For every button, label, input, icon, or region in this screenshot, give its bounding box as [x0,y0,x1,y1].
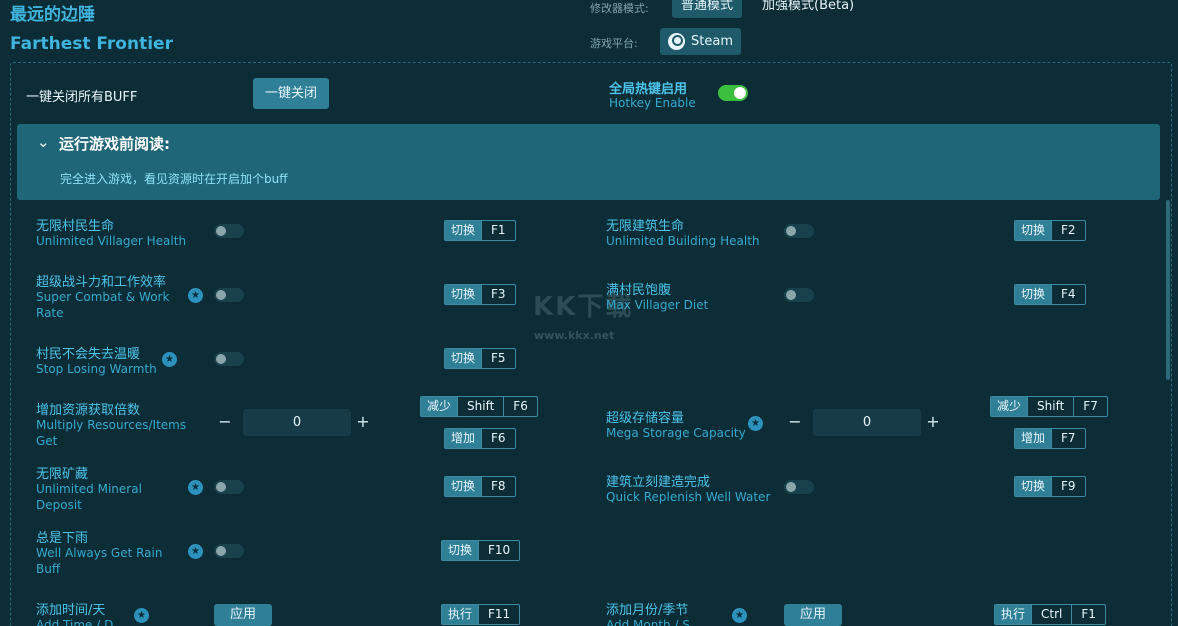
feature-label-cn: 总是下雨 [36,531,89,546]
mode-normal-button[interactable]: 普通模式 [672,0,743,18]
hotkey-label-en: Hotkey Enable [609,96,696,110]
notice-body: 完全进入游戏，看见资源时在开启加个buff [60,172,288,186]
hotkey-f11[interactable]: 执行 F11 [441,604,521,625]
mode-enhanced-button[interactable]: 加强模式(Beta) [753,0,863,18]
star-icon: ★ [732,608,747,623]
app-title-en: Farthest Frontier [10,34,173,54]
feature-label-cn: 满村民饱腹 [606,283,672,298]
feature-label-en-2: Buff [36,562,61,576]
platform-name: Steam [691,34,733,49]
hotkey-f12[interactable]: 执行 Ctrl F1 [994,604,1106,625]
feature-label-en: Add Time / D [36,618,114,626]
hotkey-f9[interactable]: 切换 F9 [1014,476,1086,497]
feature-label-cn: 无限矿藏 [36,467,89,482]
hotkey-toggle[interactable] [718,85,748,101]
notice-title: 运行游戏前阅读: [59,135,170,153]
app-title-cn: 最远的边陲 [10,5,95,25]
hotkey-f3[interactable]: 切换 F3 [444,284,516,305]
quantity-input[interactable]: 0 [243,409,351,436]
increment-button[interactable]: + [353,412,373,431]
close-all-label: 一键关闭所有BUFF [26,90,138,105]
feature-label-en: Mega Storage Capacity [606,426,746,440]
hotkey-f8[interactable]: 切换 F8 [444,476,516,497]
feature-label-cn: 村民不会失去温暖 [36,347,141,362]
feature-toggle-f1[interactable] [214,224,244,238]
increment-button[interactable]: + [923,412,943,431]
hotkey-f7-decrease[interactable]: 减少 Shift F7 [990,396,1108,417]
hotkey-f5[interactable]: 切换 F5 [444,348,516,369]
star-icon: ★ [188,480,203,495]
feature-label-en-2: Deposit [36,498,82,512]
feature-label-en: Add Month / S [606,618,690,626]
watermark-url: www.kkx.net [534,329,615,342]
hotkey-f6-increase[interactable]: 增加 F6 [444,428,516,449]
feature-toggle-f9[interactable] [784,480,814,494]
decrement-button[interactable]: − [785,412,805,431]
hotkey-f1[interactable]: 切换 F1 [444,220,516,241]
feature-label-en: Quick Replenish Well Water [606,490,771,504]
feature-label-en: Multiply Resources/Items [36,418,187,432]
star-icon: ★ [188,544,203,559]
feature-label-en: Unlimited Mineral [36,482,142,496]
feature-toggle-f3[interactable] [214,288,244,302]
feature-toggle-f10[interactable] [214,544,244,558]
hotkey-f4[interactable]: 切换 F4 [1014,284,1086,305]
feature-label-en: Max Villager Diet [606,298,709,312]
close-all-button[interactable]: 一键关闭 [253,78,329,109]
feature-label-en: Unlimited Villager Health [36,234,187,248]
hotkey-f7-increase[interactable]: 增加 F7 [1014,428,1086,449]
feature-label-en: Unlimited Building Health [606,234,760,248]
hotkey-f6-decrease[interactable]: 减少 Shift F6 [420,396,538,417]
hotkey-label-cn: 全局热键启用 [609,82,688,97]
hotkey-f2[interactable]: 切换 F2 [1014,220,1086,241]
feature-label-cn: 无限村民生命 [36,219,115,234]
feature-label-cn: 添加月份/季节 [606,603,689,618]
scrollbar[interactable] [1166,200,1170,380]
decrement-button[interactable]: − [215,412,235,431]
feature-label-cn: 增加资源获取倍数 [36,403,141,418]
platform-label: 游戏平台: [590,37,638,50]
apply-button[interactable]: 应用 [214,604,272,626]
feature-toggle-f5[interactable] [214,352,244,366]
notice-box: ⌄ 运行游戏前阅读: 完全进入游戏，看见资源时在开启加个buff [17,124,1160,200]
feature-label-cn: 超级存储容量 [606,411,685,426]
star-icon: ★ [162,352,177,367]
feature-label-cn: 无限建筑生命 [606,219,685,234]
feature-toggle-f8[interactable] [214,480,244,494]
feature-label-cn: 超级战斗力和工作效率 [36,275,167,290]
feature-label-en-2: Rate [36,306,64,320]
feature-label-cn: 建筑立刻建造完成 [606,475,711,490]
apply-button[interactable]: 应用 [784,604,842,626]
mode-label: 修改器模式: [590,2,649,15]
feature-toggle-f4[interactable] [784,288,814,302]
hotkey-f10[interactable]: 切换 F10 [441,540,521,561]
feature-label-en-2: Get [36,434,58,448]
star-icon: ★ [748,416,763,431]
chevron-down-icon[interactable]: ⌄ [37,133,50,151]
star-icon: ★ [188,288,203,303]
steam-icon [668,33,685,50]
platform-steam-button[interactable]: Steam [660,28,741,55]
star-icon: ★ [134,608,149,623]
feature-toggle-f2[interactable] [784,224,814,238]
feature-label-cn: 添加时间/天 [36,603,106,618]
feature-label-en: Well Always Get Rain [36,546,163,560]
feature-label-en: Super Combat & Work [36,290,170,304]
feature-label-en: Stop Losing Warmth [36,362,157,376]
quantity-input[interactable]: 0 [813,409,921,436]
